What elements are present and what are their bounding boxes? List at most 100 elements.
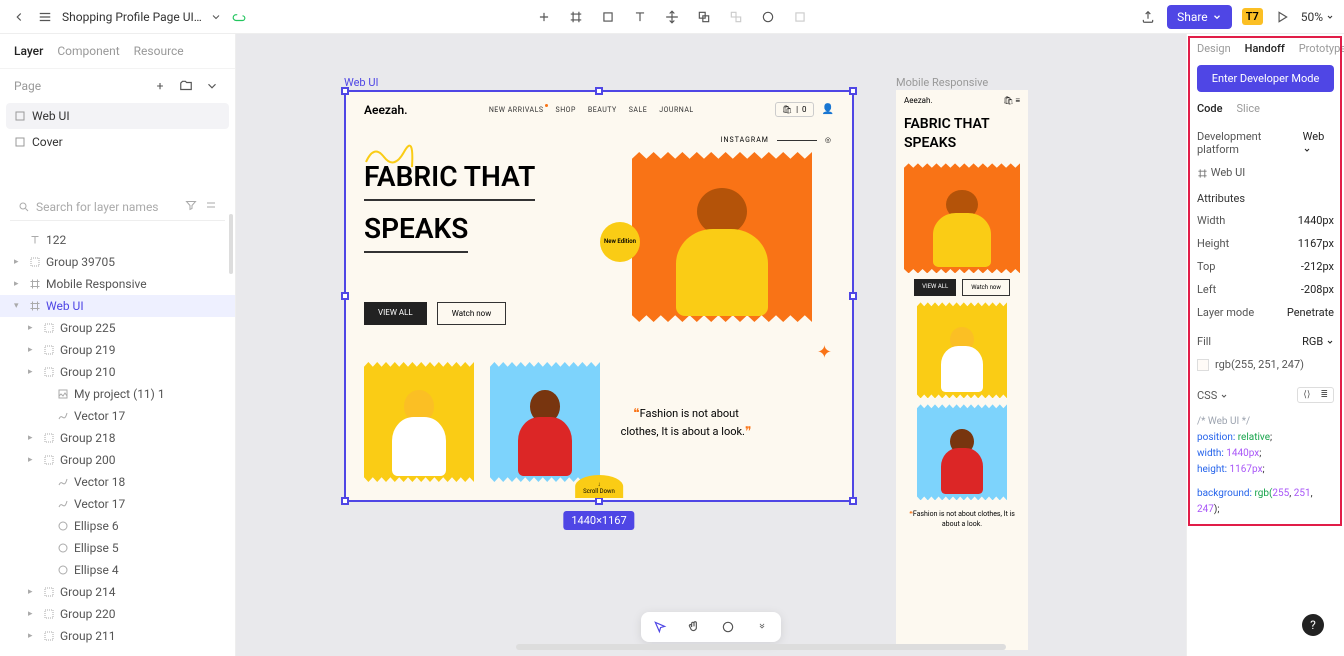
artboard-mobile[interactable]: Aeezah.🛍 ≡ FABRIC THAT SPEAKS VIEW ALLWa… xyxy=(896,90,1028,650)
help-button[interactable]: ? xyxy=(1302,614,1324,636)
layer-row[interactable]: ▾Web UI xyxy=(0,295,235,317)
more-icon[interactable] xyxy=(753,618,771,636)
layer-row[interactable]: 122 xyxy=(0,229,235,251)
code-token: 1167px xyxy=(1230,464,1263,475)
watch-now-button: Watch now xyxy=(437,302,507,325)
headline-1: FABRIC THAT xyxy=(904,116,990,132)
spark-decoration: ✦ xyxy=(817,342,832,363)
canvas-scrollbar[interactable] xyxy=(516,644,1006,650)
layer-row[interactable]: My project (11) 1 xyxy=(0,383,235,405)
export-icon[interactable] xyxy=(1139,8,1157,26)
comment-icon[interactable] xyxy=(719,618,737,636)
selection-handle[interactable] xyxy=(341,292,349,300)
zoom-level[interactable]: 50% xyxy=(1301,10,1334,24)
cursor-icon[interactable] xyxy=(651,618,669,636)
left-panel: Layer Component Resource Page + Web UI C… xyxy=(0,34,236,656)
selection-handle[interactable] xyxy=(595,497,603,505)
platform-select[interactable]: Web xyxy=(1303,130,1334,156)
layer-row[interactable]: ▸Group 39705 xyxy=(0,251,235,273)
page-name: Web UI xyxy=(32,109,70,123)
code-token: ; xyxy=(1270,432,1272,443)
new-edition-badge: New Edition xyxy=(600,222,640,262)
layer-row[interactable]: ▸Mobile Responsive xyxy=(0,273,235,295)
cloud-sync-icon[interactable] xyxy=(230,8,248,26)
selection-handle[interactable] xyxy=(341,87,349,95)
shape-icon[interactable] xyxy=(599,8,617,26)
css-code[interactable]: /* Web UI */ position: relative; width: … xyxy=(1197,414,1334,518)
right-panel: Design Handoff Prototype Enter Developer… xyxy=(1186,34,1344,656)
selection-handle[interactable] xyxy=(341,497,349,505)
layer-row[interactable]: ▸Group 220 xyxy=(0,603,235,625)
tab-layer[interactable]: Layer xyxy=(14,44,43,58)
collapse-icon[interactable] xyxy=(203,77,221,95)
tab-component[interactable]: Component xyxy=(57,44,119,58)
attr-row: Left-208px xyxy=(1197,278,1334,301)
code-comment: /* Web UI */ xyxy=(1197,416,1250,427)
subtab-code[interactable]: Code xyxy=(1197,102,1223,115)
hand-icon[interactable] xyxy=(685,618,703,636)
dimensions-badge: 1440×1167 xyxy=(563,511,634,530)
hero-figure xyxy=(632,152,812,322)
code-view-toggle[interactable]: ⟨⟩≣ xyxy=(1297,387,1334,403)
code-token: 255 xyxy=(1272,488,1289,499)
share-button[interactable]: Share xyxy=(1167,5,1232,29)
selection-handle[interactable] xyxy=(849,87,857,95)
combine-icon[interactable] xyxy=(695,8,713,26)
subtab-slice[interactable]: Slice xyxy=(1237,102,1260,115)
artboard-label-web[interactable]: Web UI xyxy=(344,76,378,89)
scrollbar[interactable] xyxy=(229,214,233,274)
tab-design[interactable]: Design xyxy=(1197,42,1231,55)
page-cover[interactable]: Cover xyxy=(0,129,235,155)
menu-icon[interactable] xyxy=(36,8,54,26)
layer-row[interactable]: Ellipse 4 xyxy=(0,559,235,581)
selection-handle[interactable] xyxy=(595,87,603,95)
boolean-icon[interactable] xyxy=(727,8,745,26)
layer-row[interactable]: Ellipse 6 xyxy=(0,515,235,537)
layer-row[interactable]: ▸Group 200 xyxy=(0,449,235,471)
selection-handle[interactable] xyxy=(849,292,857,300)
layer-row[interactable]: Ellipse 5 xyxy=(0,537,235,559)
zoom-value: 50% xyxy=(1301,10,1323,24)
filter-icon[interactable] xyxy=(185,199,197,214)
layer-row[interactable]: ▸Group 225 xyxy=(0,317,235,339)
circle-icon[interactable] xyxy=(759,8,777,26)
layer-row[interactable]: Vector 17 xyxy=(0,405,235,427)
code-token: relative xyxy=(1238,432,1270,443)
layer-search[interactable]: Search for layer names xyxy=(10,193,225,221)
move-icon[interactable] xyxy=(663,8,681,26)
frame-icon[interactable] xyxy=(567,8,585,26)
add-icon[interactable] xyxy=(535,8,553,26)
layer-row[interactable]: ▸Group 210 xyxy=(0,361,235,383)
chevron-down-icon[interactable] xyxy=(210,8,222,26)
canvas[interactable]: Web UI Mobile Responsive 1440×1167 Aeeza… xyxy=(236,34,1186,656)
fill-value[interactable]: rgb(255, 251, 247) xyxy=(1197,358,1304,371)
layer-row[interactable]: Vector 18 xyxy=(0,471,235,493)
component-icon[interactable] xyxy=(791,8,809,26)
attr-row: Layer modePenetrate xyxy=(1197,301,1334,324)
tab-prototype[interactable]: Prototype xyxy=(1299,42,1344,55)
layer-row[interactable]: ▸Group 218 xyxy=(0,427,235,449)
tab-handoff[interactable]: Handoff xyxy=(1245,42,1285,55)
developer-mode-button[interactable]: Enter Developer Mode xyxy=(1197,65,1334,92)
css-dropdown[interactable]: CSS xyxy=(1197,389,1228,402)
layer-row[interactable]: ▸Group 214 xyxy=(0,581,235,603)
nav-menu: NEW ARRIVALSSHOPBEAUTYSALEJOURNAL xyxy=(489,106,694,114)
layer-row[interactable]: ▸Group 211 xyxy=(0,625,235,647)
back-icon[interactable] xyxy=(10,8,28,26)
layer-row[interactable]: ▸Group 219 xyxy=(0,339,235,361)
add-page-icon[interactable]: + xyxy=(151,77,169,95)
layer-row[interactable]: Vector 17 xyxy=(0,493,235,515)
doc-title: Shopping Profile Page UI Desi... xyxy=(62,10,202,24)
artboard-label-mobile[interactable]: Mobile Responsive xyxy=(896,76,988,89)
code-token: , xyxy=(1311,488,1313,499)
selection-handle[interactable] xyxy=(849,497,857,505)
t7-badge[interactable]: T7 xyxy=(1242,8,1263,25)
play-icon[interactable] xyxy=(1273,8,1291,26)
settings-icon[interactable] xyxy=(205,199,217,214)
artboard-web[interactable]: 1440×1167 Aeezah. NEW ARRIVALSSHOPBEAUTY… xyxy=(344,90,854,502)
page-web-ui[interactable]: Web UI xyxy=(6,103,229,129)
text-icon[interactable] xyxy=(631,8,649,26)
folder-icon[interactable] xyxy=(177,77,195,95)
fill-mode-select[interactable]: RGB xyxy=(1302,335,1334,348)
tab-resource[interactable]: Resource xyxy=(134,44,184,58)
